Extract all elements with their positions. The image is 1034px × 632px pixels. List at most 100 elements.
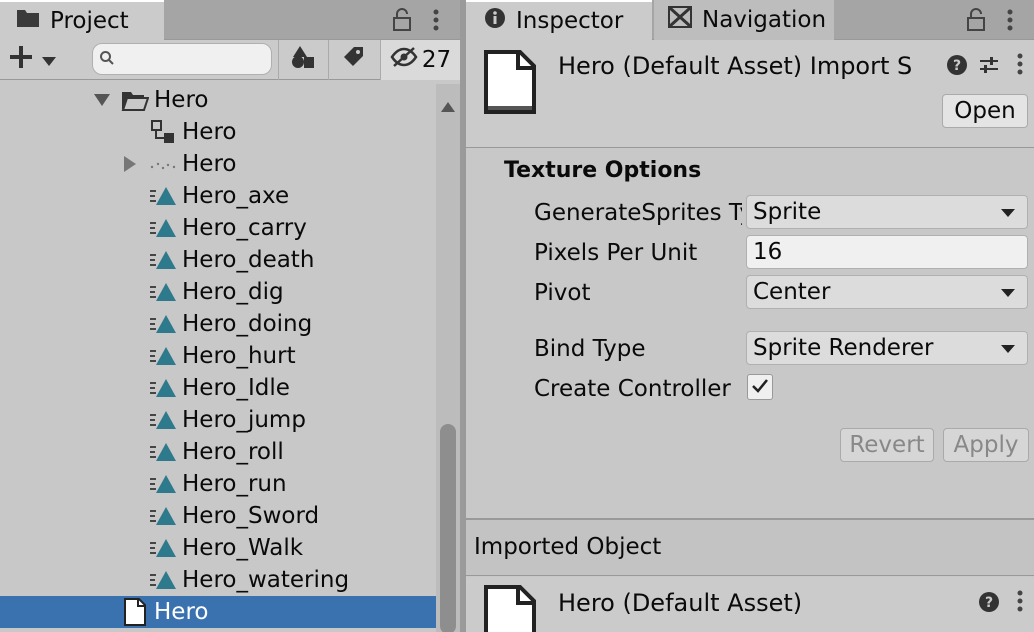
create-button[interactable] <box>8 46 72 74</box>
help-icon[interactable]: ? <box>946 54 968 82</box>
foldout-collapsed-icon[interactable] <box>120 148 140 180</box>
scroll-up-arrow-icon[interactable] <box>441 92 455 118</box>
animation-clip-icon <box>148 212 178 244</box>
animation-clip-icon <box>148 372 178 404</box>
shapes-filter-icon <box>290 45 316 75</box>
open-button[interactable]: Open <box>942 94 1028 128</box>
search-icon <box>99 46 115 72</box>
tree-row-label: Hero_run <box>182 471 287 497</box>
filter-by-type-button[interactable] <box>278 40 326 80</box>
svg-text:?: ? <box>985 595 993 611</box>
presets-sliders-icon[interactable] <box>978 54 1000 82</box>
inspector-header-title: Hero (Default Asset) Import S <box>558 52 913 80</box>
bind-type-label: Bind Type <box>534 336 646 362</box>
tab-inspector[interactable]: Inspector <box>466 0 652 40</box>
animation-clip-icon <box>148 436 178 468</box>
tree-row[interactable]: Hero_run <box>0 468 436 500</box>
project-tabbar: Project <box>0 0 460 40</box>
search-input[interactable] <box>92 43 272 75</box>
tree-row[interactable]: Hero_carry <box>0 212 436 244</box>
pixels-per-unit-input[interactable]: 16 <box>746 235 1028 269</box>
prefab-variant-icon <box>148 116 178 148</box>
imported-asset-title: Hero (Default Asset) <box>558 589 803 617</box>
animation-clip-icon <box>148 244 178 276</box>
folder-open-icon <box>120 84 150 116</box>
tree-row[interactable]: Hero <box>0 116 436 148</box>
apply-button[interactable]: Apply <box>943 428 1029 462</box>
project-scrollbar[interactable] <box>436 84 460 632</box>
filter-by-label-button[interactable] <box>328 40 378 80</box>
animation-clip-icon <box>148 468 178 500</box>
inspector-lock-icon[interactable] <box>962 4 990 36</box>
pivot-dropdown[interactable]: Center <box>746 275 1028 309</box>
animation-clip-icon <box>148 532 178 564</box>
tree-row-label: Hero_axe <box>182 183 290 209</box>
tree-row-label: Hero_carry <box>182 215 307 241</box>
tree-row[interactable]: Hero_death <box>0 244 436 276</box>
pixels-per-unit-label: Pixels Per Unit <box>534 240 698 266</box>
tab-project-label: Project <box>50 8 129 34</box>
svg-text:?: ? <box>953 58 961 74</box>
tree-row[interactable]: Hero_watering <box>0 564 436 596</box>
texture-options-title: Texture Options <box>504 158 702 183</box>
tab-navigation[interactable]: Navigation <box>654 0 834 40</box>
imported-object-header: Imported Object <box>466 520 1034 576</box>
tree-row[interactable]: Hero_roll <box>0 436 436 468</box>
animation-clip-icon <box>148 564 178 596</box>
tree-row[interactable]: Hero <box>0 84 436 116</box>
generate-sprites-dropdown[interactable]: Sprite <box>746 195 1028 229</box>
tree-row[interactable]: Hero_Idle <box>0 372 436 404</box>
tree-row[interactable]: Hero_hurt <box>0 340 436 372</box>
folder-icon <box>16 8 40 34</box>
default-asset-large-icon <box>482 50 538 122</box>
inspector-tabbar: Inspector Navigation <box>466 0 1034 40</box>
tree-row-label: Hero_Idle <box>182 375 290 401</box>
inspector-panel: Inspector Navigation Hero (Default Asset… <box>466 0 1034 632</box>
header-kebab-menu-icon[interactable] <box>1016 52 1024 82</box>
imported-asset-header: Hero (Default Asset) ? <box>466 577 1034 632</box>
inspector-header: Hero (Default Asset) Import S ? Open <box>466 40 1034 148</box>
hidden-packages-toggle[interactable]: 27 <box>380 40 460 80</box>
kebab-menu-icon[interactable] <box>422 4 450 36</box>
bind-type-dropdown[interactable]: Sprite Renderer <box>746 331 1028 365</box>
foldout-expanded-icon[interactable] <box>92 84 112 116</box>
texture-options-section: Texture Options GenerateSprites Ty Sprit… <box>466 150 1034 520</box>
default-asset-icon <box>120 596 150 628</box>
project-tree: Hero Hero Hero Hero_axe Hero_carry Hero_death… <box>0 84 436 632</box>
animation-clip-icon <box>148 500 178 532</box>
animation-clip-icon <box>148 340 178 372</box>
imported-kebab-menu-icon[interactable] <box>1016 589 1024 619</box>
tree-row[interactable]: Hero_Walk <box>0 532 436 564</box>
tree-row[interactable]: Hero_jump <box>0 404 436 436</box>
tree-row-label: Hero_dig <box>182 279 284 305</box>
animated-sprite-icon <box>148 148 178 180</box>
tree-row-label: Hero_roll <box>182 439 284 465</box>
tab-navigation-label: Navigation <box>702 7 827 33</box>
tree-row-label: Hero <box>182 151 237 177</box>
tree-row-label: Hero <box>154 599 209 625</box>
tab-project[interactable]: Project <box>0 0 164 40</box>
tree-row[interactable]: Hero <box>0 596 436 628</box>
create-controller-checkbox[interactable] <box>747 374 773 400</box>
hidden-count: 27 <box>421 47 452 73</box>
tree-row-label: Hero_watering <box>182 567 350 593</box>
project-panel: Project 27 Hero Hero Hero Hero_axe Hero_… <box>0 0 460 632</box>
tree-row-label: Hero_death <box>182 247 315 273</box>
tree-row-label: Hero <box>154 87 209 113</box>
tag-icon <box>342 45 366 75</box>
tree-row-label: Hero_Walk <box>182 535 304 561</box>
imported-help-icon[interactable]: ? <box>978 591 1000 619</box>
tree-row[interactable]: Hero_axe <box>0 180 436 212</box>
scrollbar-thumb[interactable] <box>440 424 456 632</box>
revert-button[interactable]: Revert <box>840 428 934 462</box>
tree-row[interactable]: Hero <box>0 148 436 180</box>
lock-icon[interactable] <box>388 4 416 36</box>
pivot-label: Pivot <box>534 280 591 306</box>
imported-object-label: Imported Object <box>474 534 662 560</box>
tree-row[interactable]: Hero_doing <box>0 308 436 340</box>
tree-row[interactable]: Hero_dig <box>0 276 436 308</box>
inspector-kebab-menu-icon[interactable] <box>996 4 1024 36</box>
project-toolbar: 27 <box>0 40 460 80</box>
generate-sprites-label: GenerateSprites Ty <box>534 200 742 226</box>
tree-row[interactable]: Hero_Sword <box>0 500 436 532</box>
